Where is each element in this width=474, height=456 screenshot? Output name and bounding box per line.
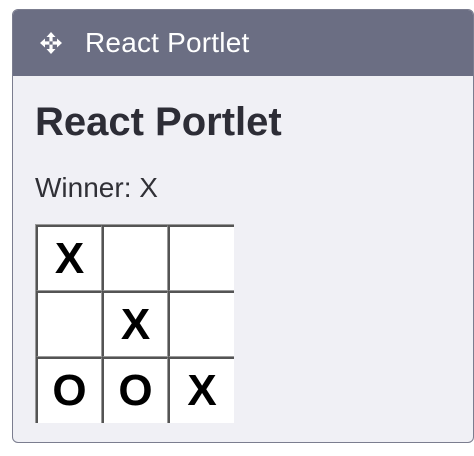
board-square[interactable]	[36, 291, 102, 357]
game-board: X X O O X	[35, 224, 234, 423]
portlet-topbar[interactable]: React Portlet	[13, 10, 473, 76]
board-square[interactable]	[168, 225, 234, 291]
portlet-title: React Portlet	[85, 27, 250, 58]
game-status: Winner: X	[35, 172, 158, 203]
board-square[interactable]	[102, 225, 168, 291]
board-square[interactable]: O	[36, 357, 102, 423]
board-square[interactable]: O	[102, 357, 168, 423]
portlet-content: React Portlet Winner: X X X O O X	[13, 76, 473, 423]
page-heading: React Portlet	[35, 100, 282, 144]
move-icon[interactable]	[37, 29, 65, 57]
portlet: React Portlet React Portlet Winner: X X …	[12, 9, 474, 443]
board-square[interactable]: X	[36, 225, 102, 291]
board-square[interactable]	[168, 291, 234, 357]
board-square[interactable]: X	[168, 357, 234, 423]
board-square[interactable]: X	[102, 291, 168, 357]
